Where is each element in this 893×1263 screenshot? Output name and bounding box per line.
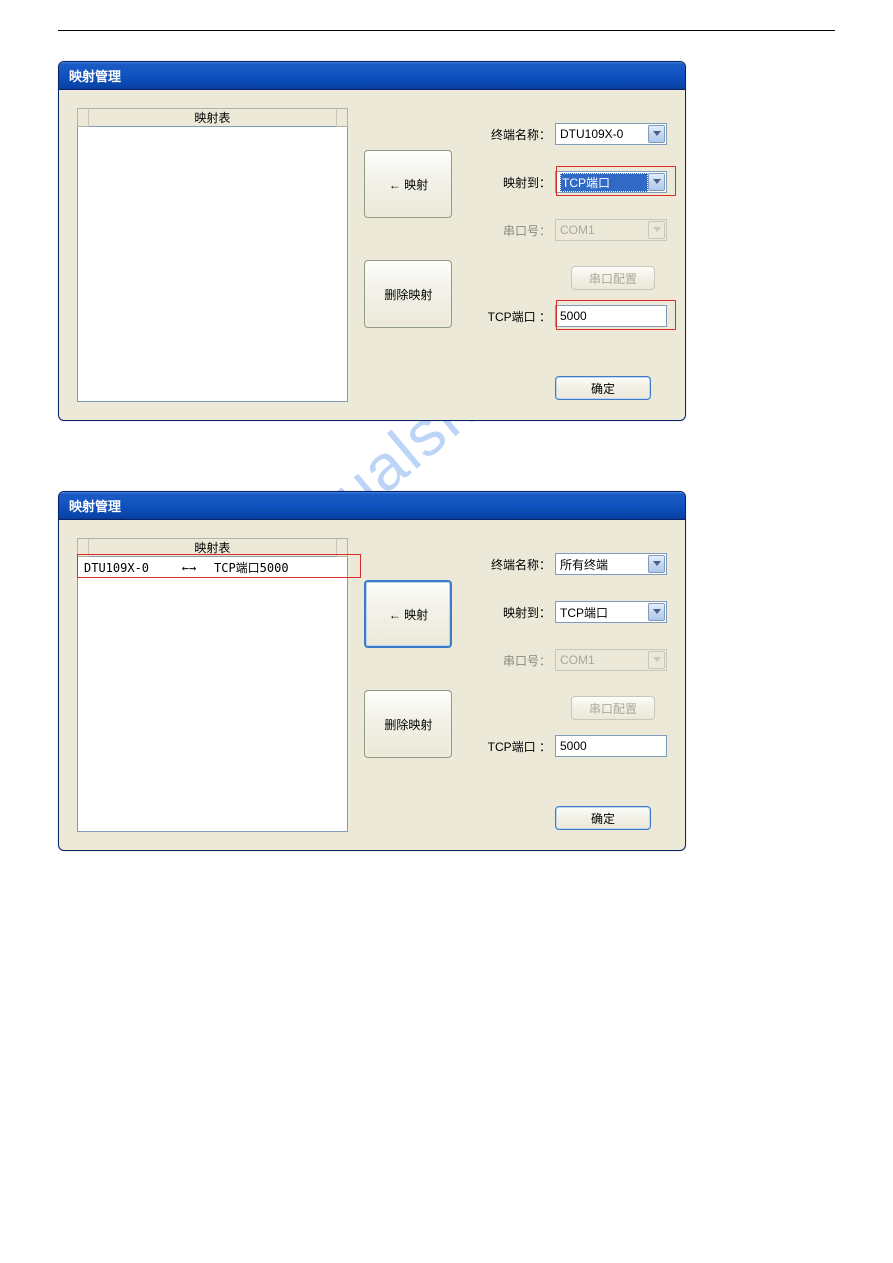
mapping-dialog-2: 映射管理 映射表 DTU109X-0 ←→ TCP端口5000 ← 映射 删除映…: [58, 491, 686, 851]
row-right: TCP端口5000: [214, 559, 341, 576]
com-config-button: 串口配置: [571, 266, 655, 290]
list-item[interactable]: DTU109X-0 ←→ TCP端口5000: [78, 557, 347, 578]
ok-button[interactable]: 确定: [555, 376, 651, 400]
chevron-down-icon[interactable]: [648, 125, 665, 143]
mapto-combo[interactable]: TCP端口: [555, 601, 667, 623]
list-header-label: 映射表: [194, 539, 230, 556]
list-header: 映射表: [77, 108, 348, 126]
ok-button[interactable]: 确定: [555, 806, 651, 830]
chevron-down-icon[interactable]: [648, 555, 665, 573]
comport-label: 串口号：: [473, 652, 555, 669]
tcpport-value: 5000: [560, 309, 587, 323]
terminal-label: 终端名称：: [473, 556, 555, 573]
mapto-combo[interactable]: TCP端口: [555, 171, 667, 193]
mapping-list-pane: 映射表: [77, 108, 348, 402]
chevron-down-icon: [648, 651, 665, 669]
tcpport-input[interactable]: 5000: [555, 735, 667, 757]
chevron-down-icon: [648, 221, 665, 239]
form-pane: 终端名称： 所有终端 映射到： TCP端口 串口号：: [455, 538, 667, 832]
delete-mapping-button[interactable]: 删除映射: [364, 690, 452, 758]
mid-buttons: ← 映射 删除映射: [362, 538, 455, 832]
map-button[interactable]: ← 映射: [364, 580, 452, 648]
page-divider: [58, 30, 835, 31]
terminal-combo[interactable]: 所有终端: [555, 553, 667, 575]
terminal-label: 终端名称：: [473, 126, 555, 143]
mapping-list[interactable]: [77, 126, 348, 402]
terminal-value: DTU109X-0: [560, 127, 648, 141]
tcpport-value: 5000: [560, 739, 587, 753]
mapto-value: TCP端口: [560, 604, 648, 621]
list-header-label: 映射表: [194, 109, 230, 126]
arrow-lr-icon: ←→: [164, 561, 214, 575]
mapping-list[interactable]: DTU109X-0 ←→ TCP端口5000: [77, 556, 348, 832]
delete-mapping-button[interactable]: 删除映射: [364, 260, 452, 328]
comport-value: COM1: [560, 223, 648, 237]
form-pane: 终端名称： DTU109X-0 映射到： TCP端口 串口号：: [455, 108, 667, 402]
dialog-title: 映射管理: [59, 62, 685, 90]
terminal-value: 所有终端: [560, 556, 648, 573]
comport-value: COM1: [560, 653, 648, 667]
tcpport-label: TCP端口 ：: [473, 738, 555, 755]
chevron-down-icon[interactable]: [648, 173, 665, 191]
chevron-down-icon[interactable]: [648, 603, 665, 621]
mapto-value: TCP端口: [560, 173, 648, 192]
list-header: 映射表: [77, 538, 348, 556]
comport-combo: COM1: [555, 219, 667, 241]
mapping-list-pane: 映射表 DTU109X-0 ←→ TCP端口5000: [77, 538, 348, 832]
com-config-button: 串口配置: [571, 696, 655, 720]
map-button[interactable]: ← 映射: [364, 150, 452, 218]
tcpport-label: TCP端口 ：: [473, 308, 555, 325]
mapto-label: 映射到：: [473, 174, 555, 191]
mapping-dialog-1: 映射管理 映射表 ← 映射 删除映射 终端名称： DTU109X-0: [58, 61, 686, 421]
dialog-title: 映射管理: [59, 492, 685, 520]
comport-label: 串口号：: [473, 222, 555, 239]
row-left: DTU109X-0: [84, 561, 164, 575]
tcpport-input[interactable]: 5000: [555, 305, 667, 327]
mapto-label: 映射到：: [473, 604, 555, 621]
mid-buttons: ← 映射 删除映射: [362, 108, 455, 402]
terminal-combo[interactable]: DTU109X-0: [555, 123, 667, 145]
comport-combo: COM1: [555, 649, 667, 671]
